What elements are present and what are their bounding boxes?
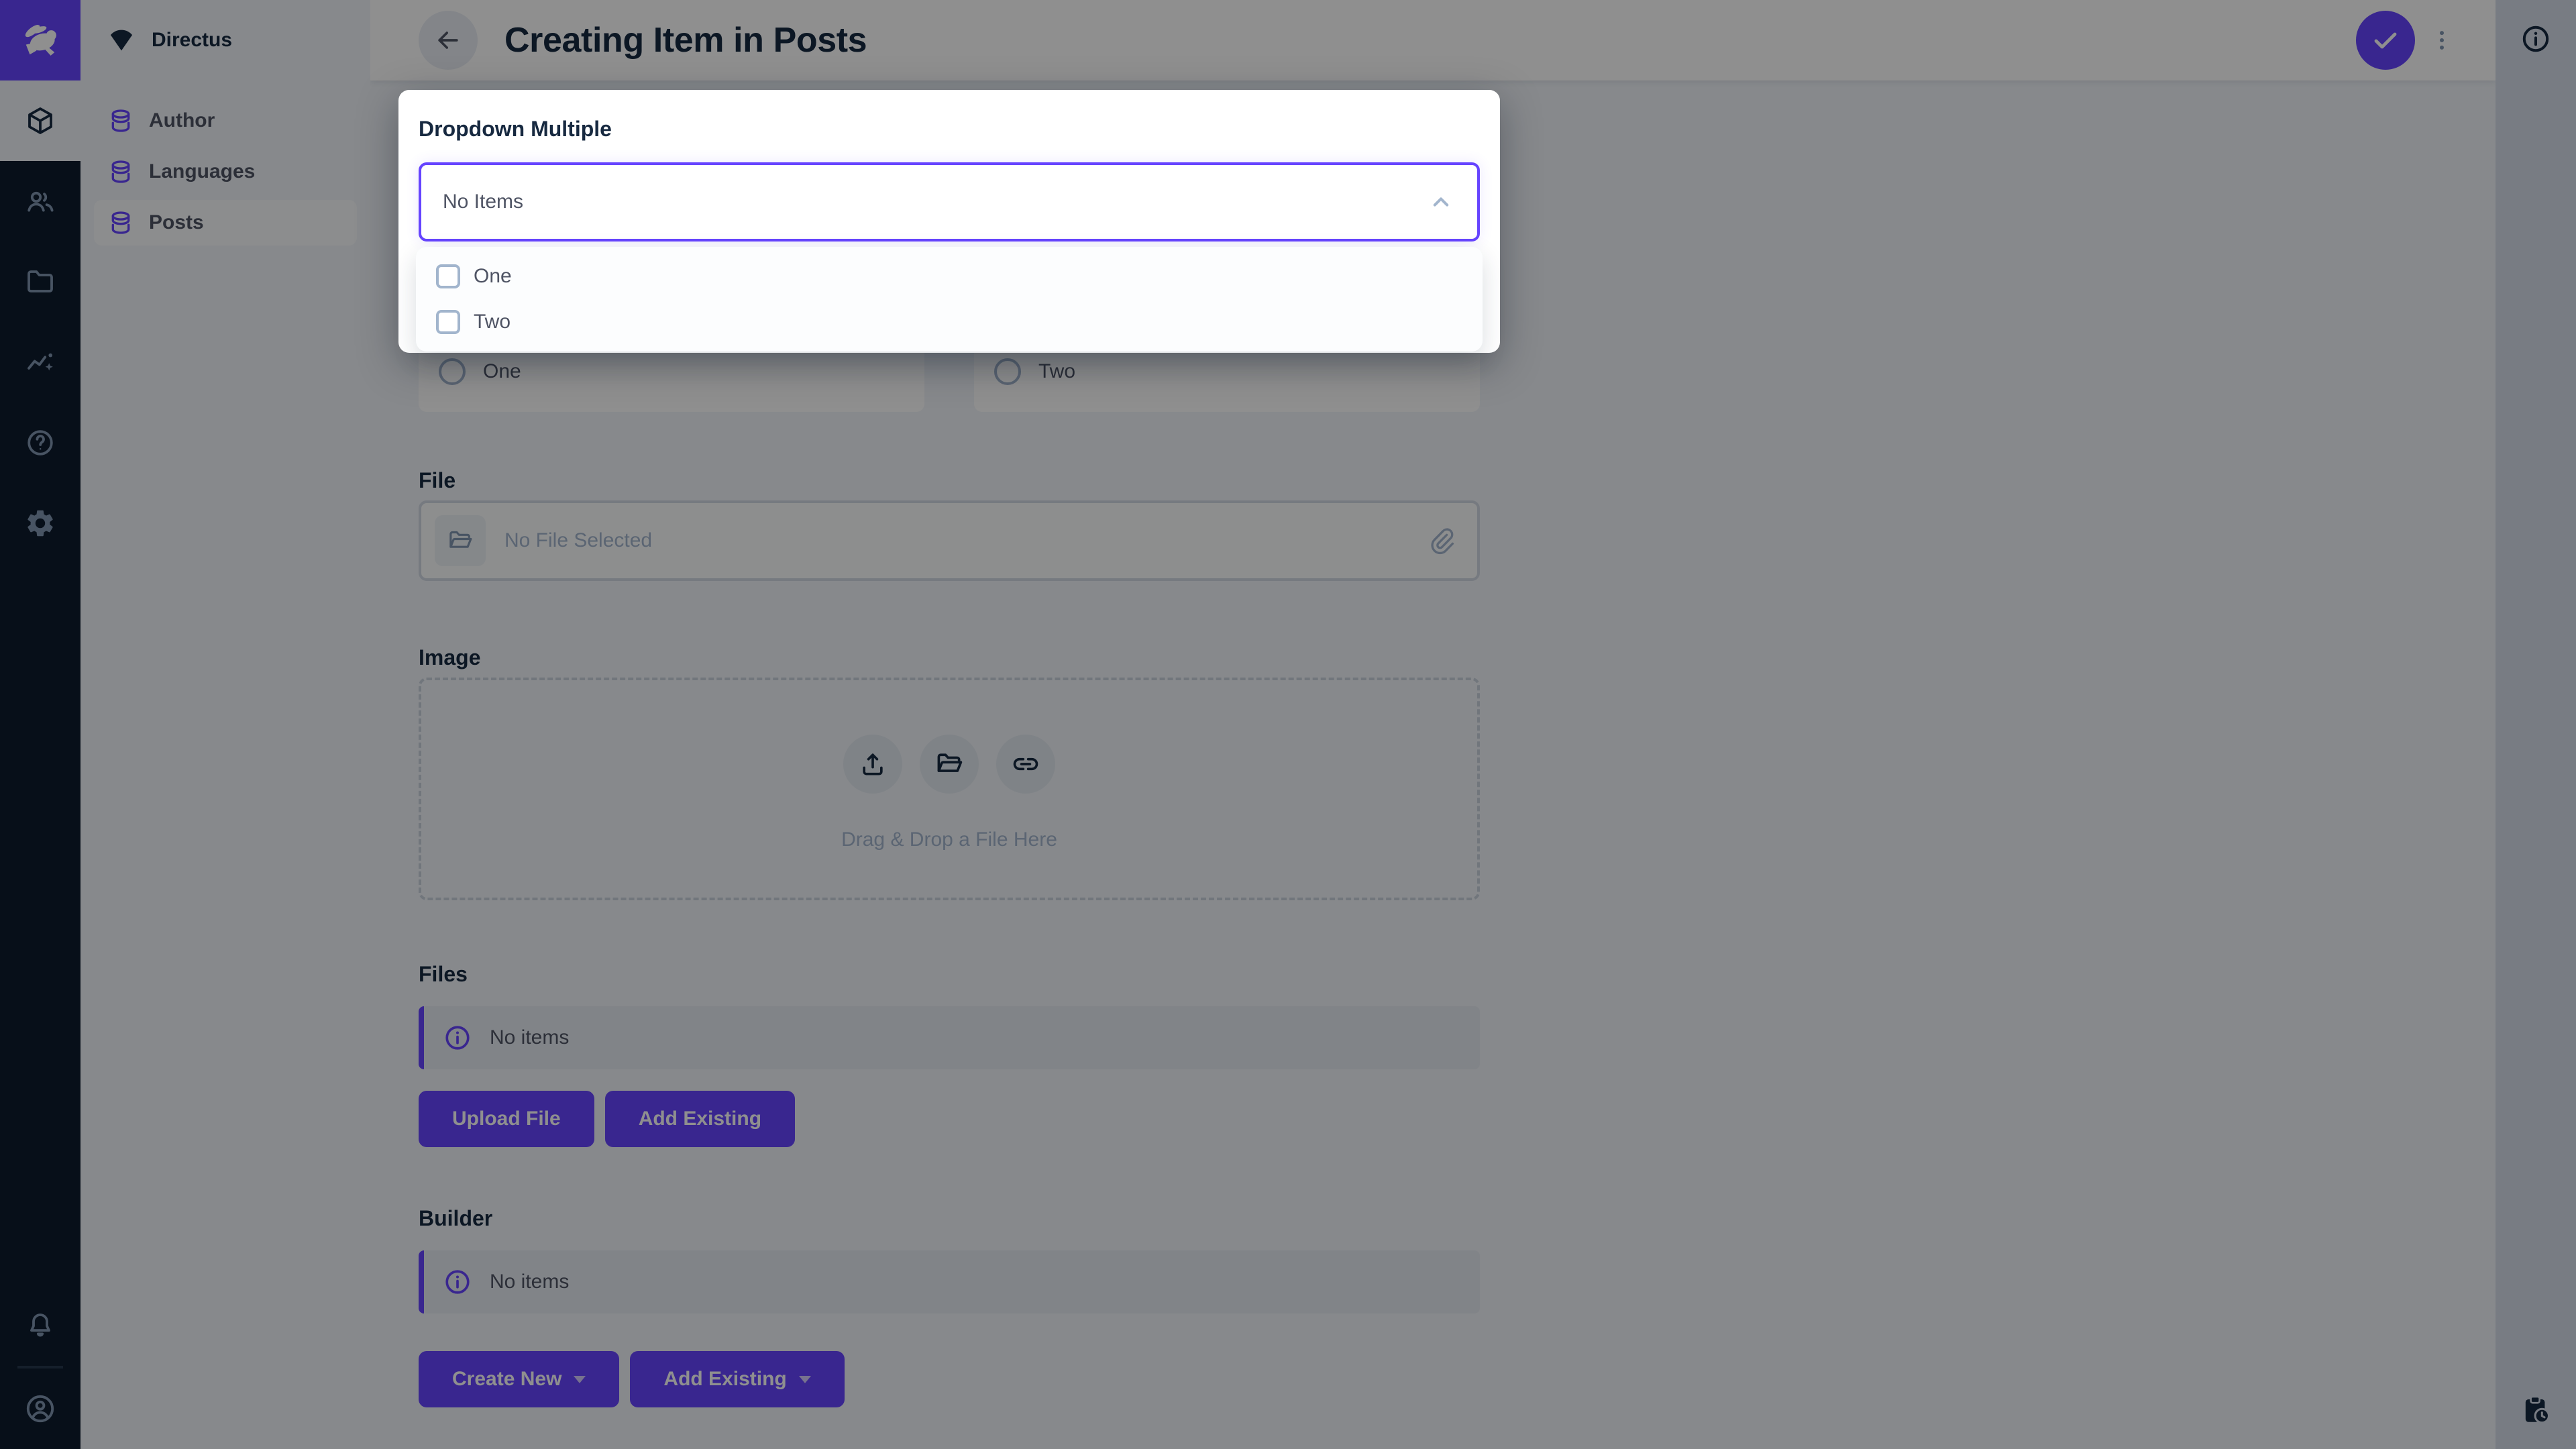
app: Directus Author Languages Posts Creating… xyxy=(0,0,2576,1449)
field-label-dropdown-multiple: Dropdown Multiple xyxy=(419,117,612,141)
checkbox-icon xyxy=(436,264,460,288)
menu-option-one[interactable]: One xyxy=(416,254,1483,299)
checkbox-icon xyxy=(436,310,460,334)
chevron-up-icon xyxy=(1426,187,1456,217)
menu-option-label: One xyxy=(474,265,512,287)
menu-option-label: Two xyxy=(474,311,511,333)
dropdown-menu: One Two xyxy=(416,247,1483,352)
dropdown-multiple-select[interactable]: No Items xyxy=(419,162,1480,241)
menu-option-two[interactable]: Two xyxy=(416,299,1483,345)
select-value: No Items xyxy=(443,191,524,213)
dropdown-multiple-popover: Dropdown Multiple No Items One Two xyxy=(398,90,1500,353)
